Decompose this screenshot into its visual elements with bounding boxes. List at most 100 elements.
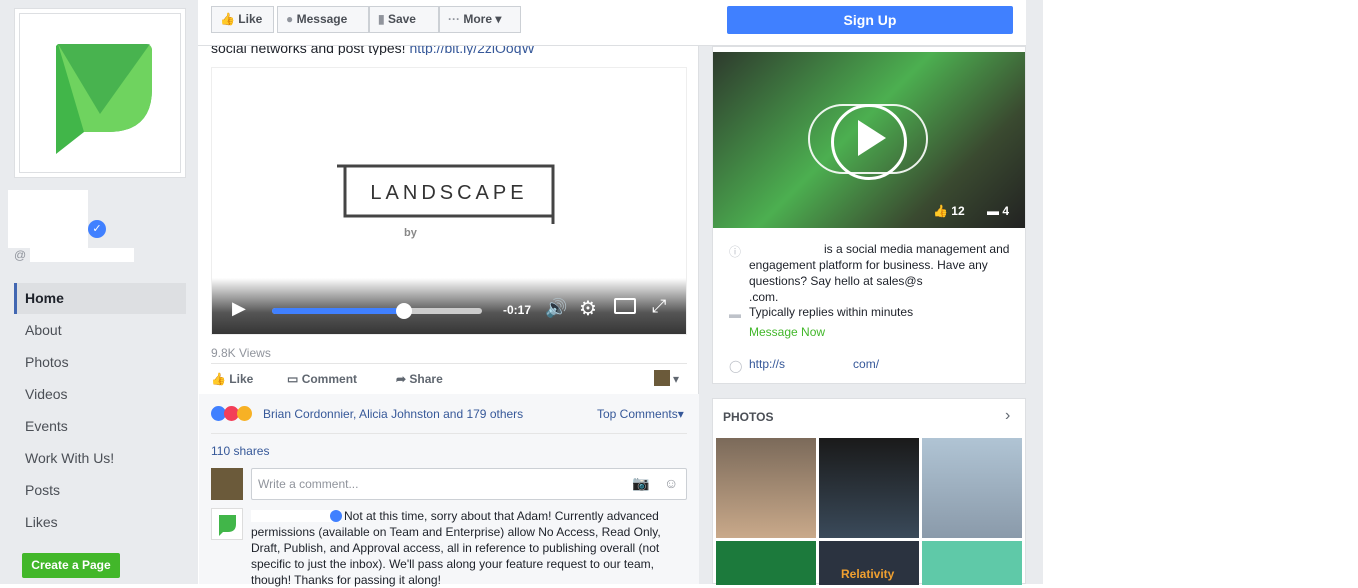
description-end: .com.	[749, 290, 779, 304]
photo-thumbnail[interactable]	[716, 438, 816, 538]
caret-down-icon: ▾	[677, 407, 684, 421]
settings-gear-icon[interactable]: ⚙	[579, 296, 597, 321]
camera-icon[interactable]: 📷	[632, 475, 649, 492]
video-progress-fill	[272, 308, 405, 314]
nav-likes[interactable]: Likes	[14, 507, 186, 538]
nav-photos[interactable]: Photos	[14, 347, 186, 378]
response-time: Typically replies within minutes	[749, 305, 914, 319]
nav-home[interactable]: Home	[14, 283, 186, 314]
reply-text: Not at this time, sorry about that Adam!…	[251, 509, 661, 587]
photo-thumbnail[interactable]: Relativity	[819, 541, 919, 585]
comment-input[interactable]: Write a comment... 📷 ☺	[251, 468, 687, 500]
globe-icon: ◯	[729, 359, 743, 373]
more-label: More	[463, 12, 493, 26]
about-card: 👍 12 ▬ 4 ⓘ is a social media management …	[712, 46, 1026, 384]
nav-events[interactable]: Events	[14, 411, 186, 442]
video-likes-value: 12	[951, 204, 965, 218]
thumbs-up-icon: 👍	[220, 12, 235, 26]
post-like-label: Like	[229, 372, 254, 386]
page-action-bar: 👍 Like ● Message ▮ Save ··· More ▾ Sign …	[198, 0, 1026, 46]
featured-video[interactable]: 👍 12 ▬ 4	[713, 52, 1025, 228]
landscape-logo: LANDSCAPE	[337, 164, 555, 224]
page-handle: @	[14, 248, 27, 262]
video-comment-count: ▬ 4	[987, 204, 1009, 218]
photo-text: Relativity	[841, 567, 895, 581]
emoji-icon[interactable]: ☺	[664, 475, 678, 491]
post-share-label: Share	[409, 372, 443, 386]
video-by: by	[404, 227, 417, 239]
message-icon: ▬	[729, 307, 741, 321]
chevron-right-icon[interactable]: ›	[1005, 407, 1010, 425]
messenger-icon: ●	[286, 12, 294, 26]
video-comments-value: 4	[1002, 204, 1010, 218]
top-comments-label: Top Comments	[597, 407, 678, 421]
website-end: com/	[853, 357, 880, 371]
sign-up-button[interactable]: Sign Up	[727, 6, 1013, 34]
top-comments-dropdown[interactable]: Top Comments▾	[597, 407, 684, 421]
message-button[interactable]: ● Message	[277, 6, 369, 33]
cast-icon[interactable]	[614, 298, 636, 314]
verified-badge-icon: ✓	[88, 220, 106, 238]
video-progress-track[interactable]	[272, 308, 482, 314]
view-count: 9.8K Views	[211, 346, 271, 360]
more-button[interactable]: ··· More ▾	[439, 6, 521, 33]
save-label: Save	[387, 12, 416, 26]
viewer-avatar[interactable]	[654, 370, 670, 386]
post-comment-button[interactable]: ▭ Comment	[287, 372, 357, 386]
photos-card: PHOTOS › Relativity	[712, 398, 1026, 585]
video-scrubber-knob[interactable]	[396, 303, 413, 319]
leaf-logo-icon	[219, 515, 236, 536]
page-name-redacted	[8, 190, 88, 248]
nav-work-with-us[interactable]: Work With Us!	[14, 443, 186, 474]
photo-thumbnail[interactable]	[922, 438, 1022, 538]
shares-count[interactable]: 110 shares	[211, 444, 269, 458]
wow-reaction-icon	[237, 406, 252, 421]
comment-icon: ▭	[287, 372, 299, 386]
photo-thumbnail[interactable]	[819, 438, 919, 538]
nav-about[interactable]: About	[14, 315, 186, 346]
message-now-link[interactable]: Message Now	[749, 325, 825, 339]
video-time: -0:17	[503, 303, 532, 317]
photo-thumbnail[interactable]	[716, 541, 816, 585]
post-like-button[interactable]: 👍 Like	[211, 372, 253, 386]
video-controls: ▶ -0:17 🔊 ⚙ ⤢	[212, 278, 686, 334]
website-start: http://s	[749, 357, 786, 371]
fullscreen-icon[interactable]: ⤢	[652, 296, 666, 317]
photo-thumbnail[interactable]	[922, 541, 1022, 585]
caret-down-icon[interactable]: ▾	[673, 372, 679, 386]
commenter-avatar	[211, 468, 243, 500]
video-player[interactable]: LANDSCAPE by ▶ -0:17 🔊 ⚙ ⤢	[211, 67, 687, 335]
video-logo-text: LANDSCAPE	[370, 182, 527, 204]
post-share-button[interactable]: ➦ Share	[396, 372, 443, 386]
nav-posts[interactable]: Posts	[14, 475, 186, 506]
post-comment-label: Comment	[301, 372, 358, 386]
info-icon: ⓘ	[729, 245, 742, 259]
photos-title[interactable]: PHOTOS	[723, 410, 773, 424]
divider	[211, 433, 687, 434]
bookmark-icon: ▮	[378, 12, 385, 26]
like-page-button[interactable]: 👍 Like	[211, 6, 274, 33]
video-like-count: 👍 12	[933, 204, 965, 218]
website-link[interactable]: http://s com/	[749, 357, 879, 371]
save-button[interactable]: ▮ Save	[369, 6, 439, 33]
name-redacted	[749, 243, 821, 255]
play-triangle-icon	[858, 120, 886, 156]
create-page-button[interactable]: Create a Page	[22, 553, 120, 578]
thumbs-up-icon: 👍	[211, 372, 226, 386]
leaf-logo-icon	[56, 44, 152, 154]
comment-placeholder: Write a comment...	[258, 477, 359, 491]
thumbs-up-icon: 👍	[933, 204, 948, 218]
page-reply-avatar	[211, 508, 243, 540]
left-sidebar: ✓ @ Home About Photos Videos Events Work…	[0, 0, 198, 584]
divider	[211, 363, 687, 364]
caret-down-icon: ▾	[495, 12, 502, 26]
nav-videos[interactable]: Videos	[14, 379, 186, 410]
ellipsis-icon: ···	[448, 12, 460, 26]
share-icon: ➦	[396, 372, 407, 386]
profile-picture-frame[interactable]	[14, 8, 186, 178]
reactions-summary[interactable]: Brian Cordonnier, Alicia Johnston and 17…	[263, 407, 523, 421]
reaction-icons	[211, 406, 252, 424]
handle-redacted	[30, 248, 134, 262]
volume-icon[interactable]: 🔊	[545, 298, 567, 319]
play-icon[interactable]: ▶	[232, 298, 246, 319]
